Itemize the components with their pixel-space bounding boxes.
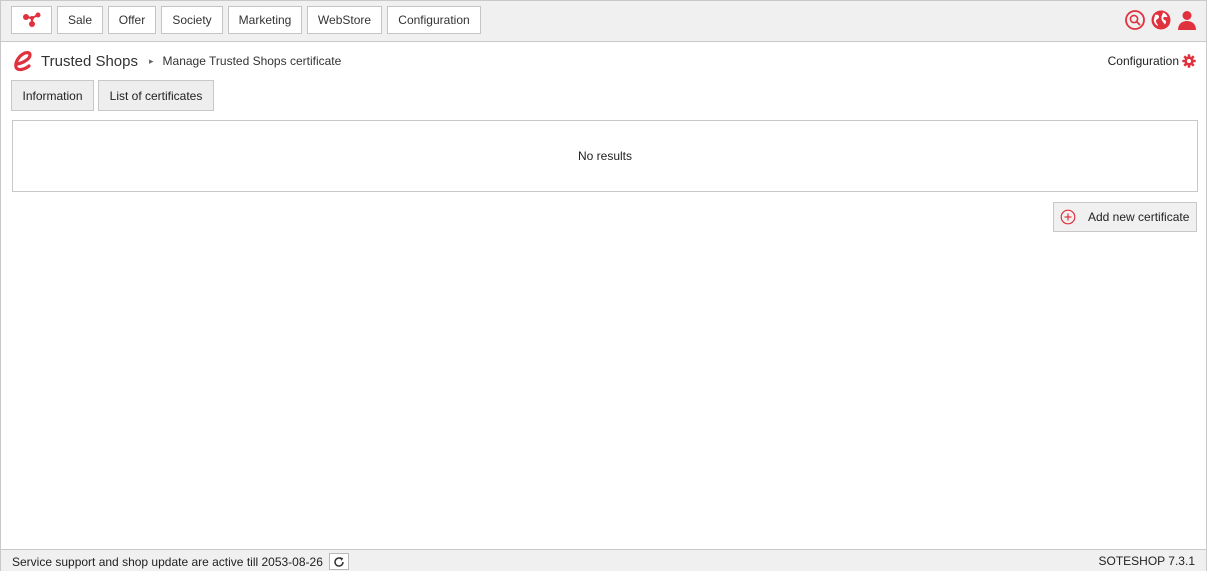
breadcrumb: Trusted Shops ▸ Manage Trusted Shops cer… bbox=[13, 50, 341, 72]
configuration-link-label: Configuration bbox=[1107, 54, 1179, 68]
top-icons-group bbox=[1124, 9, 1198, 31]
footer-status-group: Service support and shop update are acti… bbox=[12, 553, 349, 570]
search-icon[interactable] bbox=[1124, 9, 1146, 31]
breadcrumb-separator: ▸ bbox=[149, 55, 154, 66]
user-icon[interactable] bbox=[1176, 9, 1198, 31]
home-logo-button[interactable] bbox=[11, 6, 52, 34]
support-status-text: Service support and shop update are acti… bbox=[12, 554, 323, 569]
tab-list-of-certificates[interactable]: List of certificates bbox=[98, 80, 214, 111]
gear-icon bbox=[1182, 54, 1196, 68]
nav-configuration[interactable]: Configuration bbox=[387, 6, 481, 34]
nav-sale[interactable]: Sale bbox=[57, 6, 103, 34]
graph-nodes-icon bbox=[22, 12, 40, 27]
app-window: Sale Offer Society Marketing WebStore Co… bbox=[0, 0, 1207, 571]
trusted-shops-e-icon bbox=[14, 51, 32, 72]
globe-icon[interactable] bbox=[1150, 9, 1172, 31]
add-new-certificate-button[interactable]: Add new certificate bbox=[1053, 202, 1197, 232]
tab-information[interactable]: Information bbox=[11, 80, 94, 111]
configuration-link[interactable]: Configuration bbox=[1108, 54, 1196, 68]
refresh-icon bbox=[334, 556, 344, 567]
results-panel: No results bbox=[12, 120, 1198, 192]
refresh-button[interactable] bbox=[328, 553, 349, 570]
nav-offer[interactable]: Offer bbox=[108, 6, 156, 34]
version-label: SOTESHOP 7.3.1 bbox=[1098, 554, 1196, 568]
nav-webstore[interactable]: WebStore bbox=[307, 6, 382, 34]
breadcrumb-app-title[interactable]: Trusted Shops bbox=[41, 53, 138, 70]
breadcrumb-current-page: Manage Trusted Shops certificate bbox=[162, 54, 342, 68]
top-navigation-bar: Sale Offer Society Marketing WebStore Co… bbox=[1, 1, 1206, 42]
nav-marketing[interactable]: Marketing bbox=[228, 6, 302, 34]
add-new-certificate-label: Add new certificate bbox=[1088, 210, 1190, 224]
status-footer: Service support and shop update are acti… bbox=[1, 549, 1206, 571]
no-results-message: No results bbox=[577, 149, 633, 163]
plus-circle-icon bbox=[1060, 209, 1076, 225]
nav-society[interactable]: Society bbox=[161, 6, 223, 34]
